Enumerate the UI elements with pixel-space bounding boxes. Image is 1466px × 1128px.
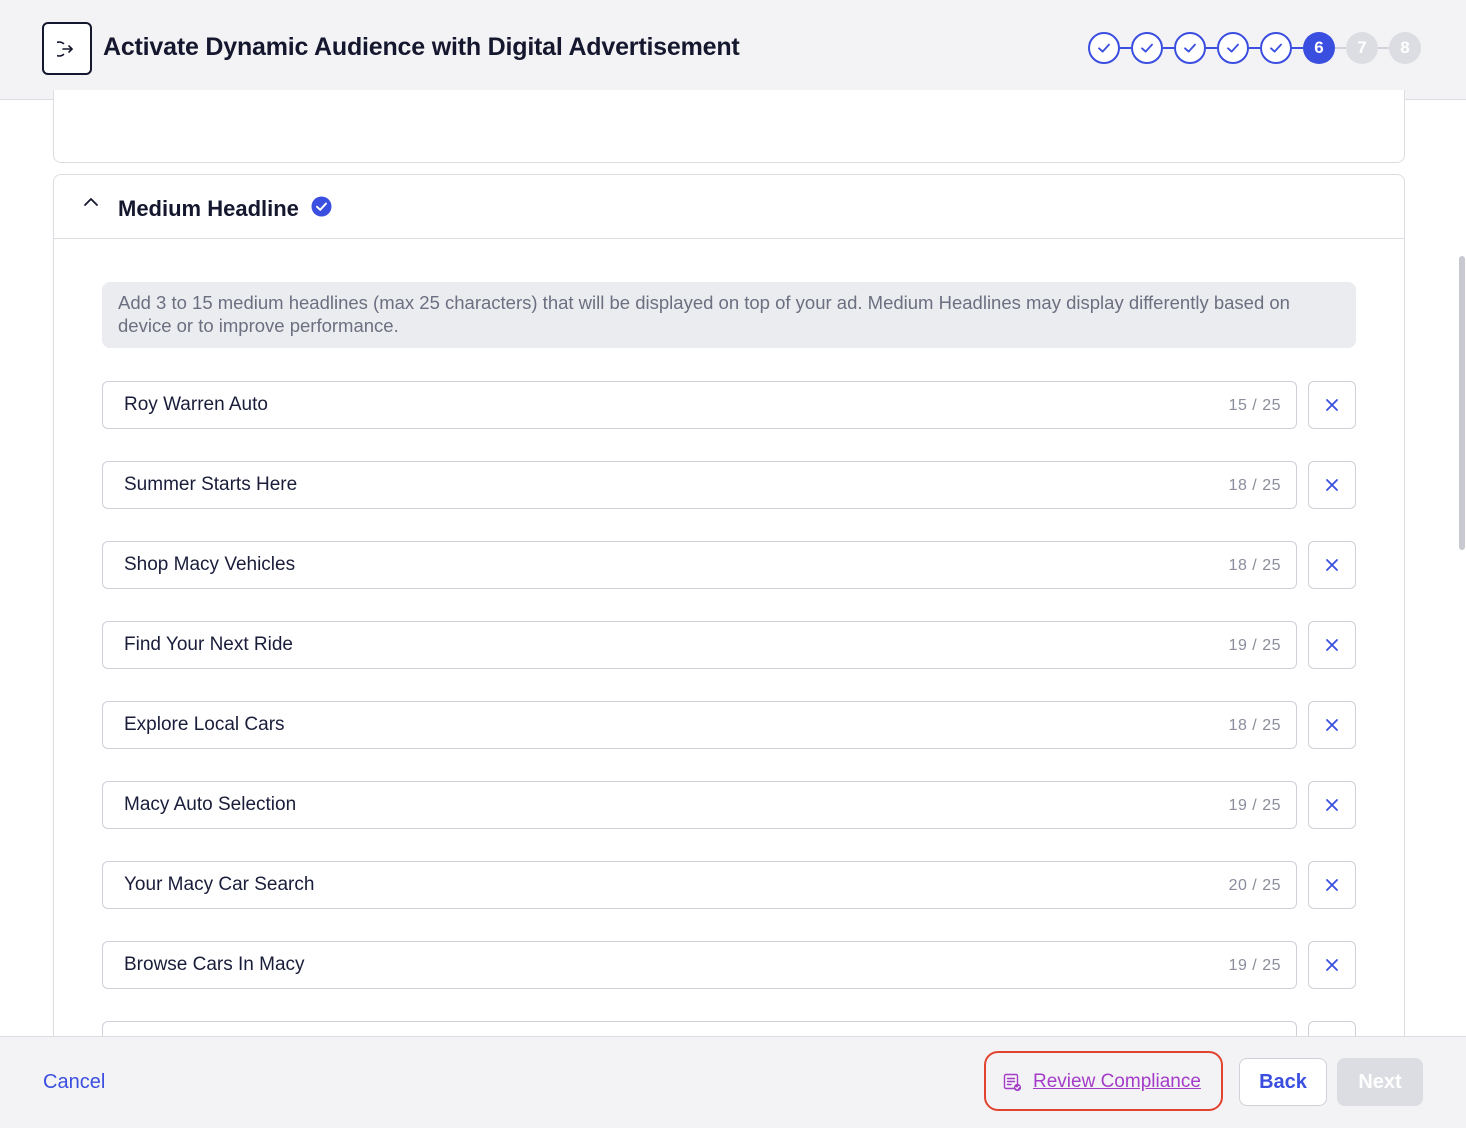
step-7: 7: [1346, 32, 1378, 64]
close-icon: [1326, 399, 1338, 411]
remove-headline-button[interactable]: [1308, 701, 1356, 749]
step-connector: [1249, 47, 1260, 49]
step-number: 6: [1314, 38, 1324, 57]
headline-row: Browse Cars In Macy 19 / 25: [102, 941, 1356, 989]
headline-value: Roy Warren Auto: [124, 394, 268, 415]
step-6: 6: [1303, 32, 1335, 64]
headline-value: Macy Auto Selection: [124, 794, 297, 815]
remove-headline-button[interactable]: [1308, 861, 1356, 909]
progress-stepper: 6 7 8: [1088, 32, 1421, 64]
step-5: [1260, 32, 1292, 64]
section-header[interactable]: Medium Headline: [54, 175, 1404, 239]
step-3: [1174, 32, 1206, 64]
character-counter: 19 / 25: [1228, 957, 1281, 974]
headline-row: Summer Starts Here 18 / 25: [102, 461, 1356, 509]
page-title: Activate Dynamic Audience with Digital A…: [103, 33, 740, 61]
next-button[interactable]: Next: [1337, 1058, 1423, 1106]
headline-row: Macy Auto Selection 19 / 25: [102, 781, 1356, 829]
check-icon: [1270, 43, 1282, 53]
headline-row: Find Your Next Ride 19 / 25: [102, 621, 1356, 669]
step-connector: [1120, 47, 1131, 49]
headline-value: Explore Local Cars: [124, 714, 285, 735]
headline-input[interactable]: Explore Local Cars 18 / 25: [102, 701, 1297, 749]
close-icon: [1326, 639, 1338, 651]
headline-input[interactable]: Roy Warren Auto 15 / 25: [102, 381, 1297, 429]
close-icon: [1326, 479, 1338, 491]
back-button[interactable]: Back: [1239, 1058, 1327, 1106]
step-2: [1131, 32, 1163, 64]
headline-row: Explore Local Cars 18 / 25: [102, 701, 1356, 749]
step-connector: [1335, 47, 1346, 49]
check-badge-icon: [311, 196, 332, 217]
remove-headline-button[interactable]: [1308, 941, 1356, 989]
step-connector: [1206, 47, 1217, 49]
headline-input[interactable]: Macy Auto Selection 19 / 25: [102, 781, 1297, 829]
remove-headline-button[interactable]: [1308, 461, 1356, 509]
instructions-text: Add 3 to 15 medium headlines (max 25 cha…: [102, 282, 1356, 348]
check-icon: [1184, 43, 1196, 53]
step-1: [1088, 32, 1120, 64]
character-counter: 18 / 25: [1228, 477, 1281, 494]
headline-value: Summer Starts Here: [124, 474, 298, 495]
check-icon: [1141, 43, 1153, 53]
headline-input[interactable]: Your Macy Car Search 20 / 25: [102, 861, 1297, 909]
headline-row: Roy Warren Auto 15 / 25: [102, 381, 1356, 429]
character-counter: 18 / 25: [1228, 717, 1281, 734]
close-icon: [1326, 719, 1338, 731]
remove-headline-button[interactable]: [1308, 621, 1356, 669]
step-connector: [1163, 47, 1174, 49]
exit-button[interactable]: [42, 22, 92, 75]
step-number: 7: [1357, 38, 1367, 57]
exit-arrow-icon: [57, 40, 73, 57]
headline-input[interactable]: Find Your Next Ride 19 / 25: [102, 621, 1297, 669]
close-icon: [1326, 879, 1338, 891]
header-bar: Activate Dynamic Audience with Digital A…: [0, 0, 1466, 100]
headline-value: Shop Macy Vehicles: [124, 554, 296, 575]
headline-input[interactable]: Summer Starts Here 18 / 25: [102, 461, 1297, 509]
footer-bar: Cancel Review Compliance Back Next: [0, 1036, 1466, 1128]
check-icon: [1227, 43, 1239, 53]
chevron-up-icon[interactable]: [82, 195, 100, 209]
step-4: [1217, 32, 1249, 64]
close-icon: [1326, 559, 1338, 571]
close-icon: [1326, 799, 1338, 811]
character-counter: 19 / 25: [1228, 797, 1281, 814]
headline-row: Your Macy Car Search 20 / 25: [102, 861, 1356, 909]
cancel-link[interactable]: Cancel: [43, 1071, 105, 1094]
headline-value: Browse Cars In Macy: [124, 954, 305, 975]
review-compliance-link[interactable]: Review Compliance: [1033, 1071, 1201, 1093]
close-icon: [1326, 959, 1338, 971]
character-counter: 15 / 25: [1228, 397, 1281, 414]
step-connector: [1378, 47, 1389, 49]
headline-input[interactable]: Browse Cars In Macy 19 / 25: [102, 941, 1297, 989]
headline-row: Shop Macy Vehicles 18 / 25: [102, 541, 1356, 589]
document-check-icon: [1003, 1073, 1022, 1092]
section-title: Medium Headline: [118, 196, 299, 221]
headline-value: Find Your Next Ride: [124, 634, 293, 655]
previous-section-card: [53, 90, 1405, 163]
character-counter: 20 / 25: [1228, 877, 1281, 894]
remove-headline-button[interactable]: [1308, 781, 1356, 829]
medium-headline-section: Medium Headline Add 3 to 15 medium headl…: [53, 174, 1405, 1074]
headline-input[interactable]: Shop Macy Vehicles 18 / 25: [102, 541, 1297, 589]
step-number: 8: [1400, 38, 1410, 57]
remove-headline-button[interactable]: [1308, 541, 1356, 589]
check-icon: [1098, 43, 1110, 53]
headline-value: Your Macy Car Search: [124, 874, 315, 895]
step-connector: [1292, 47, 1303, 49]
character-counter: 18 / 25: [1228, 557, 1281, 574]
character-counter: 19 / 25: [1228, 637, 1281, 654]
remove-headline-button[interactable]: [1308, 381, 1356, 429]
review-compliance-highlight: Review Compliance: [984, 1051, 1223, 1111]
scrollbar[interactable]: [1459, 256, 1465, 550]
step-8: 8: [1389, 32, 1421, 64]
